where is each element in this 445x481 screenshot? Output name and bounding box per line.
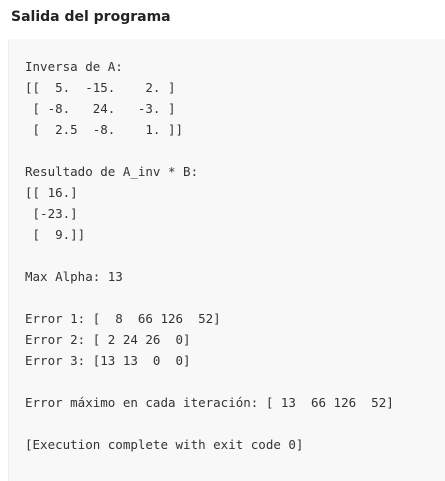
error-line: Error 3: [13 13 0 0] bbox=[25, 353, 191, 368]
result-row: [-23.] bbox=[25, 206, 78, 221]
error-line: Error 1: [ 8 66 126 52] bbox=[25, 311, 221, 326]
result-row: [ 9.]] bbox=[25, 227, 86, 242]
inverse-row: [ 2.5 -8. 1. ]] bbox=[25, 122, 184, 137]
max-error-line: Error máximo en cada iteración: [ 13 66 … bbox=[25, 395, 394, 410]
console-output: Inversa de A: [[ 5. -15. 2. ] [ -8. 24. … bbox=[8, 39, 445, 481]
max-alpha-line: Max Alpha: 13 bbox=[25, 269, 123, 284]
inverse-row: [[ 5. -15. 2. ] bbox=[25, 80, 176, 95]
program-output-panel: Salida del programa Inversa de A: [[ 5. … bbox=[0, 0, 445, 481]
error-line: Error 2: [ 2 24 26 0] bbox=[25, 332, 191, 347]
panel-title: Salida del programa bbox=[11, 9, 171, 25]
inverse-row: [ -8. 24. -3. ] bbox=[25, 101, 176, 116]
exit-status-line: [Execution complete with exit code 0] bbox=[25, 437, 304, 452]
result-row: [[ 16.] bbox=[25, 185, 78, 200]
result-header: Resultado de A_inv * B: bbox=[25, 164, 199, 179]
inverse-header: Inversa de A: bbox=[25, 59, 123, 74]
